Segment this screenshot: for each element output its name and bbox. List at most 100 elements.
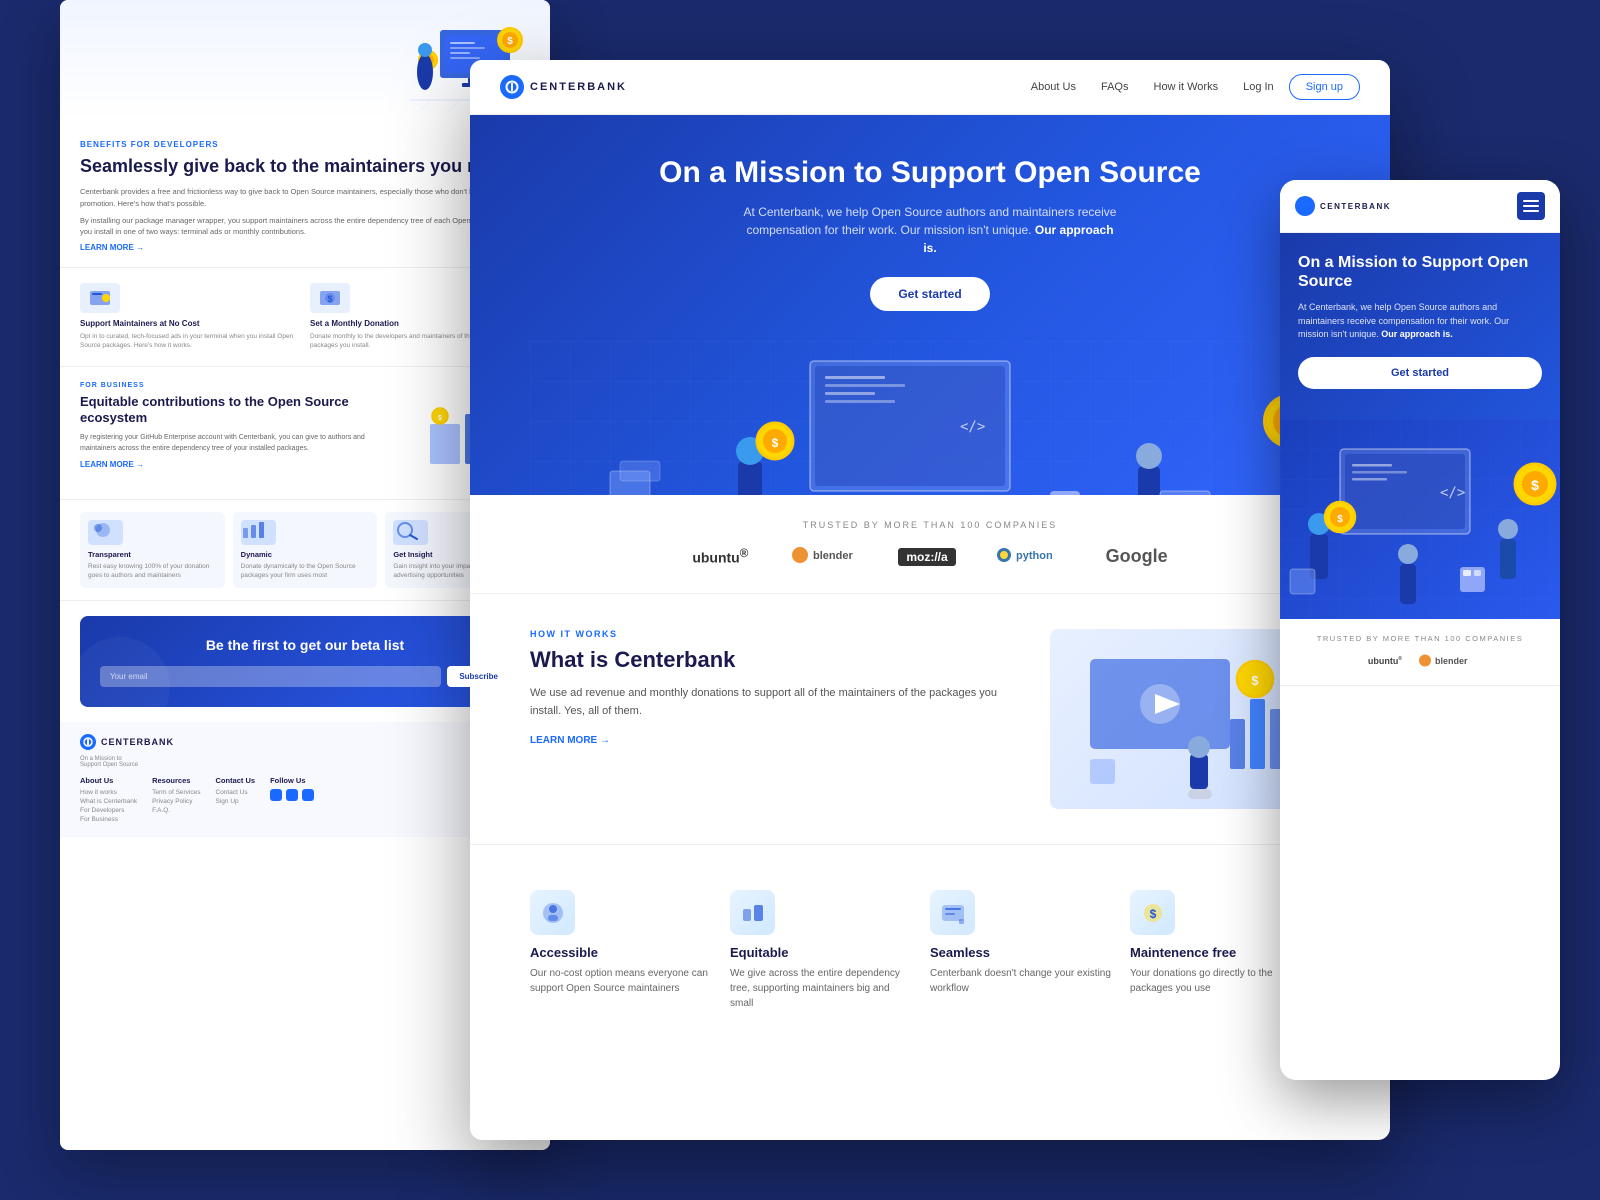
feat-icon-transparent [88,520,123,545]
feat-desc-1: Rest easy knowing 100% of your donation … [88,562,217,580]
accessible-icon [530,890,575,935]
learn-more-link[interactable]: LEARN MORE → [80,243,530,252]
nav-signup[interactable]: Sign up [1289,74,1360,100]
twitter-icon[interactable] [270,789,282,801]
left-tag: BENEFITS FOR DEVELOPERS [80,140,530,149]
how-section: HOW IT WORKS What is Centerbank We use a… [470,594,1390,845]
biz-tag: FOR BUSINESS [80,382,530,389]
blender-logo: blender [788,545,858,568]
mob-hero: On a Mission to Support Open Source At C… [1280,233,1560,419]
mob-cta-button[interactable]: Get started [1298,357,1542,389]
mob-ubuntu-logo: ubuntu® [1368,656,1402,666]
footer-contact-title: Contact Us [216,776,256,785]
footer-link-terms[interactable]: Term of Services [152,789,200,796]
feat-title-1: Transparent [88,550,217,559]
biz-content: Equitable contributions to the Open Sour… [80,394,530,484]
hamburger-icon[interactable] [1517,192,1545,220]
mid-logo-icon [500,75,524,99]
footer-link-privacy[interactable]: Privacy Policy [152,798,200,805]
beta-form: Subscribe [100,666,510,687]
hero-svg-illustration: </> $ [530,341,1390,495]
mob-trusted-logos: ubuntu® blender [1295,653,1545,670]
middle-panel: CENTERBANK About Us FAQs How it Works Lo… [470,60,1390,1140]
beta-subscribe-button[interactable]: Subscribe [447,666,510,687]
footer-link-faq[interactable]: F.A.Q. [152,807,200,814]
mob-logo-text: CENTERBANK [1320,202,1391,211]
feat-card-transparent: Transparent Rest easy knowing 100% of yo… [80,512,225,588]
svg-text:blender: blender [1435,656,1468,666]
footer-link-business[interactable]: For Business [80,816,137,823]
right-panel: CENTERBANK On a Mission to Support Open … [1280,180,1560,1080]
footer-link-developers[interactable]: For Developers [80,807,137,814]
feature-desc-equitable: We give across the entire dependency tre… [730,966,915,1011]
hero-illustration: </> $ [530,341,1330,495]
mid-nav-links: About Us FAQs How it Works [1031,81,1218,93]
feat-icon-dynamic [241,520,276,545]
footer-columns: About Us How it works What is Centerbank… [80,776,530,825]
left-hero-desc: Centerbank provides a free and frictionl… [80,186,530,209]
feature-desc-seamless: Centerbank doesn't change your existing … [930,966,1115,996]
svg-text:$: $ [327,294,332,304]
nav-login[interactable]: Log In [1243,81,1274,93]
instagram-icon[interactable] [302,789,314,801]
footer-link-contactus[interactable]: Contact Us [216,789,256,796]
nav-faqs[interactable]: FAQs [1101,81,1129,93]
footer-brand: CENTERBANK [101,737,174,747]
footer-tagline: On a Mission toSupport Open Source [80,756,530,768]
footer-about: About Us How it works What is Centerbank… [80,776,137,825]
beta-section: Be the first to get our beta list Subscr… [80,616,530,707]
how-title: What is Centerbank [530,647,1010,673]
mob-blender-logo: blender [1417,653,1472,670]
footer-link-howworks[interactable]: How it works [80,789,137,796]
feat-card-dynamic: Dynamic Donate dynamically to the Open S… [233,512,378,588]
mob-trusted-label: TRUSTED BY MORE THAN 100 COMPANIES [1295,634,1545,643]
seamless-icon [930,890,975,935]
footer-follow: Follow Us [270,776,314,825]
how-tag: HOW IT WORKS [530,629,1010,639]
nav-how[interactable]: How it Works [1154,81,1219,93]
mob-logo-icon [1295,196,1315,216]
scene: $ $ BENEFITS FOR DEVELOPERS Sea [0,0,1600,1200]
biz-learn-more[interactable]: LEARN MORE → [80,460,400,469]
mini-card-icon-2: $ [310,283,350,313]
mini-card-1: Support Maintainers at No Cost Opt in to… [80,283,300,350]
mid-hero-title: On a Mission to Support Open Source [530,155,1330,191]
footer-logo-icon [80,734,96,750]
feature-seamless: Seamless Centerbank doesn't change your … [930,875,1130,1026]
mid-cta-button[interactable]: Get started [870,277,989,311]
equitable-icon [730,890,775,935]
mob-emphasis: Our approach is. [1381,329,1453,339]
feature-accessible: Accessible Our no-cost option means ever… [530,875,730,1026]
beta-email-input[interactable] [100,666,441,687]
nav-about[interactable]: About Us [1031,81,1076,93]
footer-logo: CENTERBANK [80,734,530,750]
left-hero-title: Seamlessly give back to the maintainers … [80,155,530,178]
mob-hero-title: On a Mission to Support Open Source [1298,253,1542,291]
footer-follow-title: Follow Us [270,776,314,785]
facebook-icon[interactable] [286,789,298,801]
footer-resources: Resources Term of Services Privacy Polic… [152,776,200,825]
biz-title: Equitable contributions to the Open Sour… [80,394,400,428]
mid-logo-text: CENTERBANK [530,81,627,93]
svg-text:</>: </> [960,419,985,435]
svg-text:$: $ [438,415,442,422]
mid-navbar: CENTERBANK About Us FAQs How it Works Lo… [470,60,1390,115]
footer-link-whatis[interactable]: What is Centerbank [80,798,137,805]
svg-text:$: $ [1149,907,1156,921]
mob-trusted: TRUSTED BY MORE THAN 100 COMPANIES ubunt… [1280,619,1560,686]
mid-logo: CENTERBANK [500,75,627,99]
maintenance-icon: $ [1130,890,1175,935]
ubuntu-logo: ubuntu® [692,547,748,566]
svg-text:$: $ [507,36,513,47]
left-hero-desc2: By installing our package manager wrappe… [80,215,530,238]
feat-desc-2: Donate dynamically to the Open Source pa… [241,562,370,580]
feat-title-2: Dynamic [241,550,370,559]
features-grid: Accessible Our no-cost option means ever… [470,845,1390,1056]
social-icons [270,789,314,801]
mid-hero: On a Mission to Support Open Source At C… [470,115,1390,495]
svg-text:blender: blender [813,550,853,562]
svg-text:$: $ [1337,514,1343,525]
footer-link-signup[interactable]: Sign Up [216,798,256,805]
feature-title-accessible: Accessible [530,945,715,960]
how-learn-more[interactable]: LEARN MORE → [530,735,1010,746]
